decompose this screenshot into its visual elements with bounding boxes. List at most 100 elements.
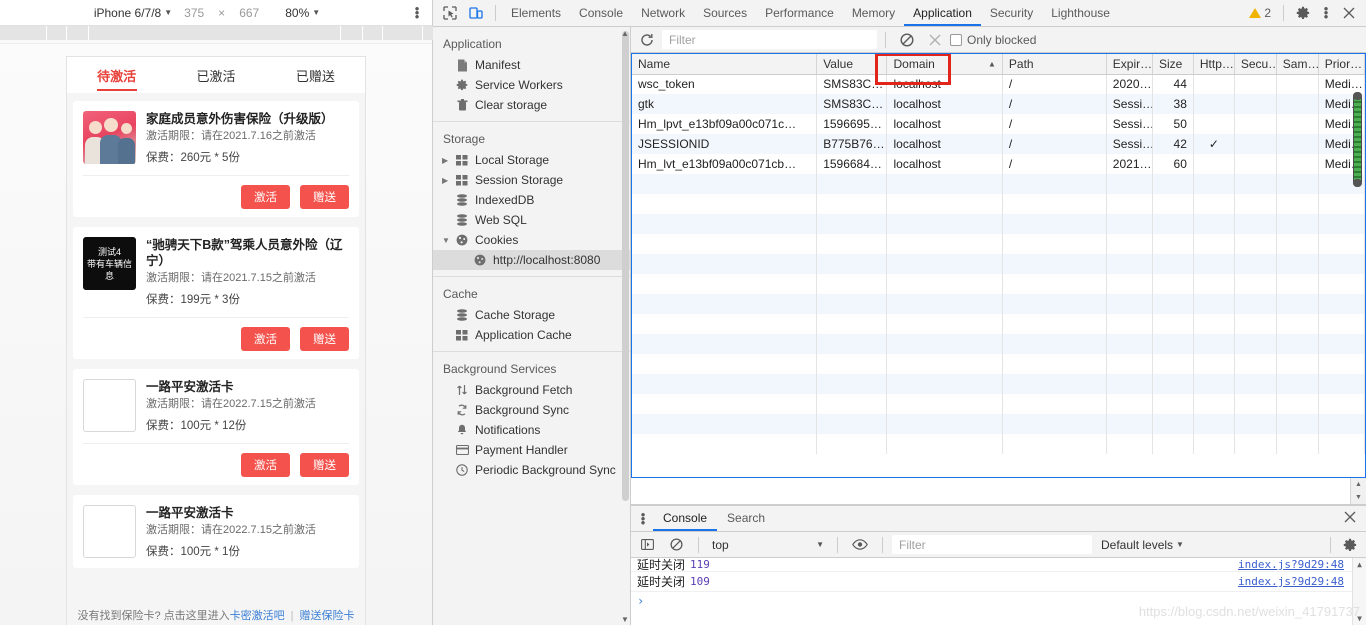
tab-security[interactable]: Security [981, 0, 1042, 26]
device-selector[interactable]: iPhone 6/7/8 ▼ [88, 6, 178, 20]
eye-icon[interactable] [847, 533, 873, 557]
sidebar-item-background-sync[interactable]: Background Sync [433, 400, 630, 420]
only-blocked-checkbox[interactable]: Only blocked [950, 33, 1036, 47]
tab-memory[interactable]: Memory [843, 0, 904, 26]
column-header-value[interactable]: Value [816, 54, 888, 75]
list-item[interactable]: 一路平安激活卡 激活期限：请在2022.7.15之前激活 保费：100元 * 1… [73, 369, 359, 485]
list-item[interactable]: 家庭成员意外伤害保险（升级版） 激活期限：请在2021.7.16之前激活 保费：… [73, 101, 359, 217]
viewport-width-input[interactable]: 375 [178, 6, 210, 20]
sidebar-scrollbar[interactable] [622, 31, 629, 501]
sidebar-item-manifest[interactable]: Manifest [433, 55, 630, 75]
card-activation-link[interactable]: 卡密激活吧 [230, 610, 285, 622]
column-header-expires[interactable]: Expir… [1106, 54, 1153, 75]
sidebar-item-cookies[interactable]: ▼ Cookies [433, 230, 630, 250]
sidebar-item-application-cache[interactable]: Application Cache [433, 325, 630, 345]
warning-count-badge[interactable]: 2 [1243, 6, 1277, 20]
clear-all-cookies-icon[interactable] [894, 28, 920, 52]
sidebar-item-clear-storage[interactable]: Clear storage [433, 95, 630, 115]
toggle-device-toolbar-icon[interactable] [463, 1, 489, 25]
list-item[interactable]: 测试4 带有车辆信息 “驰骋天下B款”驾乘人员意外险（辽宁） 激活期限：请在20… [73, 227, 359, 359]
device-toolbar-more-button[interactable]: • • • [408, 2, 426, 23]
zoom-selector[interactable]: 80% ▼ [279, 6, 326, 20]
tab-elements[interactable]: Elements [502, 0, 570, 26]
sidebar-item-periodic-background-sync[interactable]: Periodic Background Sync [433, 460, 630, 480]
sidebar-item-indexeddb[interactable]: IndexedDB [433, 190, 630, 210]
console-prompt[interactable]: › [631, 592, 1366, 610]
table-row[interactable]: wsc_token SMS83C… localhost / 2020… 44 M… [632, 74, 1365, 94]
inspect-element-icon[interactable] [437, 1, 463, 25]
console-output[interactable]: 延时关闭 119 index.js?9d29:48 延时关闭 109 index… [631, 558, 1366, 625]
column-header-name[interactable]: Name [632, 54, 818, 75]
tab-lighthouse[interactable]: Lighthouse [1042, 0, 1119, 26]
gear-icon[interactable] [1290, 1, 1316, 25]
table-row[interactable]: gtk SMS83C… localhost / Sessi… 38 Medi… [632, 94, 1365, 114]
chevron-up-icon[interactable]: ▲ [1355, 481, 1362, 488]
table-row[interactable]: Hm_lvt_e13bf09a00c071cb… 1596684… localh… [632, 154, 1365, 174]
refresh-icon[interactable] [634, 28, 660, 52]
scroll-up-icon[interactable]: ▲ [620, 27, 630, 39]
tab-console[interactable]: Console [570, 0, 632, 26]
gift-button[interactable]: 赠送 [300, 327, 349, 351]
sidebar-item-localhost-8080[interactable]: http://localhost:8080 [433, 250, 630, 270]
drawer-tab-search[interactable]: Search [717, 506, 775, 531]
drawer-more-button[interactable]: • • • [633, 508, 653, 529]
sidebar-item-local-storage[interactable]: ▶ Local Storage [433, 150, 630, 170]
column-header-domain[interactable]: Domain ▲ [886, 54, 1003, 75]
tab-network[interactable]: Network [632, 0, 694, 26]
tab-pending-activation[interactable]: 待激活 [67, 57, 166, 93]
console-message-source-link[interactable]: index.js?9d29:48 [1238, 575, 1344, 588]
column-header-size[interactable]: Size [1152, 54, 1194, 75]
tab-activated[interactable]: 已激活 [166, 57, 265, 93]
gift-insurance-link[interactable]: 赠送保险卡 [300, 610, 355, 622]
console-scrollbar[interactable]: ▲ ▼ [1352, 558, 1366, 625]
list-item[interactable]: 一路平安激活卡 激活期限：请在2022.7.15之前激活 保费：100元 * 1… [73, 495, 359, 568]
drawer-close-icon[interactable] [1336, 511, 1364, 526]
devtools-more-button[interactable]: • • • [1316, 2, 1336, 23]
scroll-down-icon[interactable]: ▼ [1357, 614, 1362, 623]
activate-button[interactable]: 激活 [241, 185, 290, 209]
delete-selected-cookie-icon[interactable] [922, 28, 948, 52]
chevron-down-icon[interactable]: ▼ [442, 236, 450, 245]
clear-console-icon[interactable] [663, 533, 689, 557]
console-message[interactable]: 延时关闭 109 index.js?9d29:48 [631, 572, 1366, 592]
viewport-height-input[interactable]: 667 [233, 6, 265, 20]
column-header-priority[interactable]: Prior… [1318, 54, 1365, 75]
tab-gifted[interactable]: 已赠送 [266, 57, 365, 93]
table-row[interactable]: Hm_lpvt_e13bf09a00c071c… 1596695… localh… [632, 114, 1365, 134]
console-context-selector[interactable]: top ▼ [708, 535, 828, 554]
activate-button[interactable]: 激活 [241, 327, 290, 351]
sidebar-item-notifications[interactable]: Notifications [433, 420, 630, 440]
cookies-filter-input[interactable] [662, 30, 877, 49]
gift-button[interactable]: 赠送 [300, 185, 349, 209]
close-icon[interactable] [1336, 1, 1362, 25]
column-header-samesite[interactable]: Sam… [1276, 54, 1319, 75]
activate-button[interactable]: 激活 [241, 453, 290, 477]
sidebar-item-web-sql[interactable]: Web SQL [433, 210, 630, 230]
console-message-source-link[interactable]: index.js?9d29:48 [1238, 558, 1344, 571]
chevron-right-icon[interactable]: ▶ [442, 176, 448, 185]
scroll-down-icon[interactable]: ▼ [620, 613, 630, 625]
column-header-secure[interactable]: Secu… [1234, 54, 1277, 75]
chevron-down-icon[interactable]: ▼ [1355, 494, 1362, 501]
tab-sources[interactable]: Sources [694, 0, 756, 26]
preview-resizer[interactable]: ▲ ▼ [1350, 478, 1366, 504]
drawer-tab-console[interactable]: Console [653, 506, 718, 531]
gift-button[interactable]: 赠送 [300, 453, 349, 477]
sidebar-item-session-storage[interactable]: ▶ Session Storage [433, 170, 630, 190]
column-header-path[interactable]: Path [1002, 54, 1107, 75]
console-levels-selector[interactable]: Default levels ▼ [1095, 538, 1190, 552]
cookies-table-container[interactable]: Name Value Domain ▲ Path Expir… Size Htt… [631, 53, 1366, 478]
console-settings-gear-icon[interactable] [1337, 533, 1363, 557]
scroll-up-icon[interactable]: ▲ [1357, 560, 1362, 569]
sidebar-item-payment-handler[interactable]: Payment Handler [433, 440, 630, 460]
console-filter-input[interactable] [892, 535, 1092, 554]
chevron-right-icon[interactable]: ▶ [442, 156, 448, 165]
sidebar-item-cache-storage[interactable]: Cache Storage [433, 305, 630, 325]
table-row[interactable]: JSESSIONID B775B76… localhost / Sessi… 4… [632, 134, 1365, 154]
sidebar-item-background-fetch[interactable]: Background Fetch [433, 380, 630, 400]
column-header-httponly[interactable]: Http… [1193, 54, 1235, 75]
console-message[interactable]: 延时关闭 119 index.js?9d29:48 [631, 558, 1366, 572]
tab-application[interactable]: Application [904, 0, 981, 26]
show-console-sidebar-icon[interactable] [634, 533, 660, 557]
page-scrollbar-thumb[interactable] [1353, 92, 1362, 187]
